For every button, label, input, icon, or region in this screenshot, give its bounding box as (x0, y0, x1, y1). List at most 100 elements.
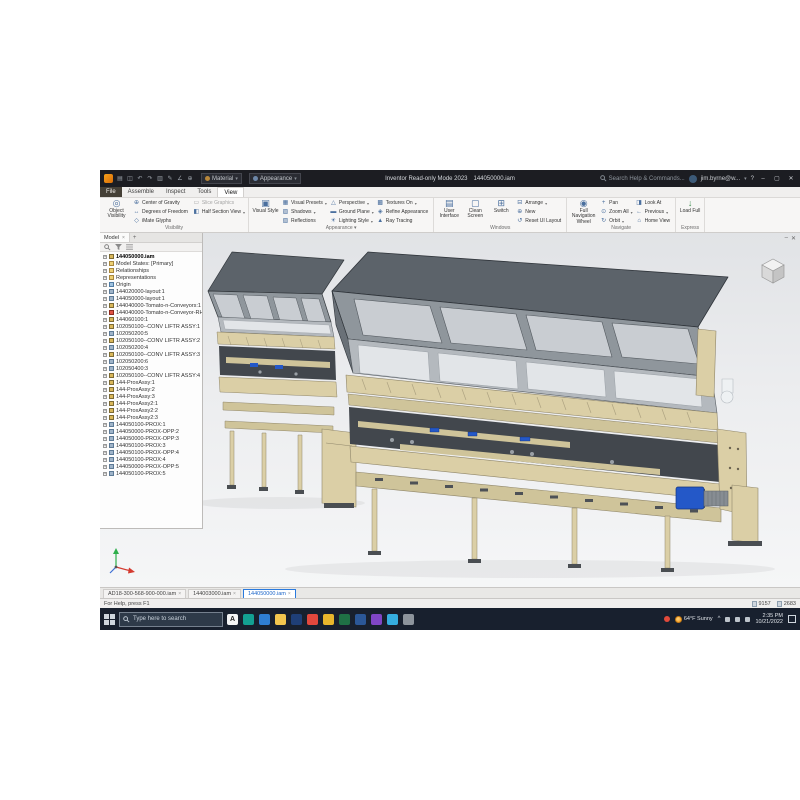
tree-item[interactable]: + 144020000-layout:1 (100, 288, 202, 295)
ribbon-button[interactable]: ↻ Orbit ▾ (600, 217, 632, 225)
browser-settings-icon[interactable] (126, 244, 133, 250)
ribbon-tab[interactable]: File (100, 187, 122, 197)
ribbon-button[interactable]: ◨ Look At (636, 199, 672, 207)
close-icon[interactable]: × (122, 235, 125, 241)
tree-item[interactable]: + 144-ProxAssy2:2 (100, 407, 202, 414)
document-tab[interactable]: 144003000.iam × (188, 589, 241, 598)
tree-item[interactable]: + 102050200:5 (100, 330, 202, 337)
filter-icon[interactable] (115, 244, 122, 250)
tree-item[interactable]: + 144050000-PROX-OPP:5 (100, 463, 202, 470)
tree-item[interactable]: + 144050100-PROX:3 (100, 442, 202, 449)
machine-right[interactable] (332, 252, 762, 572)
expander-icon[interactable]: + (103, 276, 107, 280)
ribbon-button[interactable]: ▩ Textures On ▾ (377, 199, 431, 207)
close-tab-icon[interactable]: × (288, 591, 291, 597)
qat-icon[interactable]: ↷ (146, 174, 154, 183)
search-icon[interactable] (104, 244, 111, 251)
group-label-appearance[interactable]: Appearance ▾ (252, 225, 430, 232)
expander-icon[interactable]: + (103, 367, 107, 371)
material-dropdown[interactable]: Material ▾ (201, 173, 242, 184)
close-button[interactable]: ✕ (786, 175, 796, 182)
expander-icon[interactable]: + (103, 430, 107, 434)
tree-item[interactable]: + 144060100:1 (100, 316, 202, 323)
taskbar-app-icon[interactable] (355, 614, 366, 625)
expander-icon[interactable]: + (103, 409, 107, 413)
expander-icon[interactable]: + (103, 423, 107, 427)
ribbon-button[interactable]: ▨ Shadows ▾ (282, 208, 327, 216)
qat-icon[interactable]: ▤ (116, 174, 124, 183)
tree-item[interactable]: + 144-ProxAssy2:3 (100, 414, 202, 421)
tree-item[interactable]: + 144-ProxAssy:3 (100, 393, 202, 400)
navigation-wheel-button[interactable]: ◉ Full Navigation Wheel (570, 199, 597, 225)
ribbon-big-button[interactable]: ▢ Clean Screen (463, 199, 487, 220)
tree-item[interactable]: + Origin (100, 281, 202, 288)
expander-icon[interactable]: + (103, 255, 107, 259)
ribbon-button[interactable]: ⊕ New (516, 208, 563, 216)
taskbar-app-icon[interactable] (371, 614, 382, 625)
volume-icon[interactable] (735, 617, 740, 622)
expander-icon[interactable]: + (103, 437, 107, 441)
ribbon-button[interactable]: ↔ Degrees of Freedom (133, 208, 190, 216)
expander-icon[interactable]: + (103, 269, 107, 273)
help-search[interactable]: Search Help & Commands... (600, 175, 685, 182)
document-tab[interactable]: AD18-300-568-900-000.iam × (103, 589, 186, 598)
ribbon-big-button[interactable]: ⊞ Switch (489, 199, 513, 220)
taskbar-app-icon[interactable] (339, 614, 350, 625)
tree-item[interactable]: + 144050100-PROX:4 (100, 456, 202, 463)
tree-item[interactable]: + 144-ProxAssy:2 (100, 386, 202, 393)
expander-icon[interactable]: + (103, 374, 107, 378)
tree-item[interactable]: + 102050200:6 (100, 358, 202, 365)
expander-icon[interactable]: + (103, 304, 107, 308)
expander-icon[interactable]: + (103, 283, 107, 287)
action-center-icon[interactable] (788, 615, 796, 623)
qat-icon[interactable]: ∠ (176, 174, 184, 183)
start-button[interactable] (104, 614, 115, 625)
chevron-down-icon[interactable]: ▾ (235, 176, 238, 182)
add-browser-tab-button[interactable]: + (130, 233, 140, 242)
taskbar-app-icon[interactable] (259, 614, 270, 625)
tree-item[interactable]: + 102050100--CONV LIFTR ASSY:3 (100, 351, 202, 358)
tree-item[interactable]: + 144-ProxAssy:1 (100, 379, 202, 386)
tree-item[interactable]: + 144040000-Tomato-n-Conveyors:1 (100, 302, 202, 309)
expander-icon[interactable]: + (103, 262, 107, 266)
tree-item[interactable]: + 144050100-PROX:5 (100, 470, 202, 477)
tray-expand-icon[interactable]: ^ (718, 616, 721, 622)
tree-item[interactable]: + 144040000-Tomato-n-Conveyor-RH:1 (100, 309, 202, 316)
ribbon-button[interactable]: ▬ Ground Plane ▾ (330, 208, 374, 216)
expander-icon[interactable]: + (103, 353, 107, 357)
expander-icon[interactable]: + (103, 388, 107, 392)
notification-dot-icon[interactable] (664, 616, 670, 622)
ribbon-button[interactable]: ◧ Half Section View ▾ (193, 208, 245, 216)
view-cube[interactable] (758, 255, 788, 287)
ribbon-button[interactable]: ⊙ Zoom All ▾ (600, 208, 632, 216)
ribbon-tab[interactable]: Tools (191, 187, 217, 197)
taskbar-app-icon[interactable]: A (227, 614, 238, 625)
inventor-logo-icon[interactable] (104, 174, 113, 183)
weather-widget[interactable]: 64°F Sunny (675, 616, 713, 623)
ribbon-button[interactable]: ▭ Slice Graphics (193, 199, 245, 207)
taskbar-app-icon[interactable] (291, 614, 302, 625)
chevron-down-icon[interactable]: ▾ (294, 176, 297, 182)
taskbar-app-icon[interactable] (387, 614, 398, 625)
tree-item[interactable]: + Relationships (100, 267, 202, 274)
expander-icon[interactable]: + (103, 395, 107, 399)
tree-item[interactable]: + 144050100-PROX:1 (100, 421, 202, 428)
expander-icon[interactable]: + (103, 297, 107, 301)
expander-icon[interactable]: + (103, 444, 107, 448)
document-tab[interactable]: 144050000.iam × (243, 589, 296, 598)
taskbar-app-icon[interactable] (243, 614, 254, 625)
doc-minimize-icon[interactable]: – (785, 235, 788, 242)
chevron-down-icon[interactable]: ▾ (744, 176, 747, 182)
close-tab-icon[interactable]: × (178, 591, 181, 597)
qat-icon[interactable]: ⊕ (186, 174, 194, 183)
help-icon[interactable]: ? (751, 176, 754, 182)
appearance-dropdown[interactable]: Appearance ▾ (249, 173, 301, 184)
taskbar-app-icon[interactable] (403, 614, 414, 625)
tree-item[interactable]: + 102050100--CONV LIFTR ASSY:1 (100, 323, 202, 330)
browser-tab-model[interactable]: Model × (100, 233, 130, 242)
ribbon-button[interactable]: + Pan (600, 199, 632, 207)
visual-style-button[interactable]: ▣ Visual Style (252, 199, 279, 214)
network-icon[interactable] (725, 617, 730, 622)
expander-icon[interactable]: + (103, 360, 107, 364)
tree-item[interactable]: + Model States: [Primary] (100, 260, 202, 267)
